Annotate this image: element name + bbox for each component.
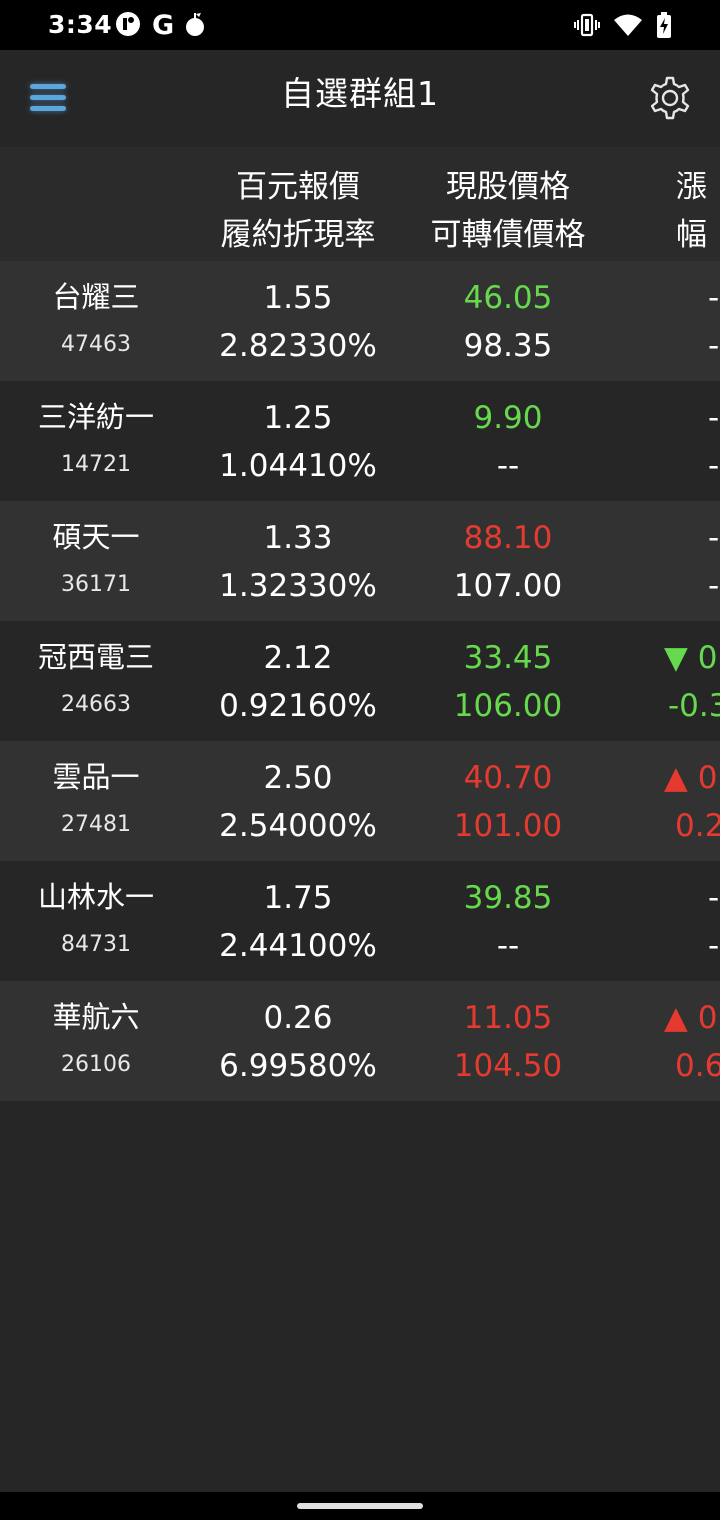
app-screen: 3:34 G 自選群組1 百元報價 履約折現率 現股價格 可轉債價格 漲 幅 台… — [0, 0, 720, 1520]
header-prices[interactable]: 現股價格 可轉債價格 — [408, 163, 608, 259]
header-change[interactable]: 漲 幅 — [676, 163, 720, 259]
table-row[interactable]: 山林水一 84731 1.75 2.44100% 39.85 -- - - — [0, 861, 720, 981]
app-bar: 自選群組1 — [0, 50, 720, 147]
quote-value: 1.25 — [263, 400, 333, 436]
change-percent-value: - — [708, 568, 720, 604]
table-row[interactable]: 三洋紡一 14721 1.25 1.04410% 9.90 -- - - — [0, 381, 720, 501]
quote-value: 1.33 — [263, 520, 333, 556]
header-change-label-2: 幅 — [676, 217, 707, 253]
cb-price-value: 101.00 — [453, 808, 563, 844]
header-change-label-1: 漲 — [676, 169, 707, 205]
quote-value: 2.50 — [263, 760, 333, 796]
bond-code: 14721 — [61, 452, 131, 477]
rate-value: 2.54000% — [219, 808, 377, 844]
rate-value: 6.99580% — [219, 1048, 377, 1084]
bond-code: 24663 — [61, 692, 131, 717]
bond-name: 山林水一 — [37, 880, 154, 914]
table-row[interactable]: 雲品一 27481 2.50 2.54000% 40.70 101.00 ▲ 0… — [0, 741, 720, 861]
table-row[interactable]: 台耀三 47463 1.55 2.82330% 46.05 98.35 - - — [0, 261, 720, 381]
cb-price-value: -- — [496, 928, 520, 964]
bond-code: 26106 — [61, 1052, 131, 1077]
gear-icon[interactable] — [646, 74, 694, 122]
stock-price-value: 33.45 — [463, 640, 553, 676]
bond-name: 華航六 — [52, 1000, 140, 1034]
cb-price-value: -- — [496, 448, 520, 484]
home-gesture-handle[interactable] — [297, 1503, 423, 1509]
quote-value: 1.55 — [263, 280, 333, 316]
bond-name: 三洋紡一 — [37, 400, 154, 434]
change-value: ▼ 0 — [664, 640, 718, 676]
bond-name: 台耀三 — [52, 280, 140, 314]
bond-code: 27481 — [61, 812, 131, 837]
table-row[interactable]: 碩天一 36171 1.33 1.32330% 88.10 107.00 - - — [0, 501, 720, 621]
header-rate-label: 履約折現率 — [220, 217, 376, 253]
vibrate-icon — [574, 12, 600, 42]
bond-list: 台耀三 47463 1.55 2.82330% 46.05 98.35 - - … — [0, 261, 720, 1101]
wifi-icon — [614, 13, 642, 41]
change-percent-value: - — [708, 928, 720, 964]
status-system-icons — [574, 12, 672, 42]
table-row[interactable]: 華航六 26106 0.26 6.99580% 11.05 104.50 ▲ 0… — [0, 981, 720, 1101]
cb-price-value: 107.00 — [453, 568, 563, 604]
change-value: - — [708, 520, 720, 556]
bond-name: 碩天一 — [52, 520, 140, 554]
quote-value: 1.75 — [263, 880, 333, 916]
cb-price-value: 104.50 — [453, 1048, 563, 1084]
table-row[interactable]: 冠西電三 24663 2.12 0.92160% 33.45 106.00 ▼ … — [0, 621, 720, 741]
bond-name: 冠西電三 — [37, 640, 154, 674]
header-stock-price-label: 現股價格 — [446, 169, 570, 205]
cb-price-value: 106.00 — [453, 688, 563, 724]
battery-charging-icon — [656, 12, 672, 42]
change-value: ▲ 0 — [664, 1000, 718, 1036]
bond-name: 雲品一 — [52, 760, 140, 794]
change-percent-value: - — [708, 448, 720, 484]
stock-price-value: 88.10 — [463, 520, 553, 556]
google-icon: G — [152, 10, 175, 41]
alert-drop-icon — [184, 10, 206, 42]
bond-code: 47463 — [61, 332, 131, 357]
navigation-bar — [0, 1492, 720, 1520]
rate-value: 1.04410% — [219, 448, 377, 484]
quote-value: 2.12 — [263, 640, 333, 676]
change-value: - — [708, 880, 720, 916]
change-percent-value: -0.3 — [668, 688, 720, 724]
change-percent-value: 0.6 — [675, 1048, 720, 1084]
change-percent-value: 0.2 — [675, 808, 720, 844]
page-title: 自選群組1 — [281, 74, 439, 113]
status-time: 3:34 — [48, 10, 113, 39]
stock-price-value: 40.70 — [463, 760, 553, 796]
rate-value: 2.44100% — [219, 928, 377, 964]
change-percent-value: - — [708, 328, 720, 364]
app-notification-icon — [114, 10, 142, 42]
quote-value: 0.26 — [263, 1000, 333, 1036]
change-value: - — [708, 280, 720, 316]
rate-value: 1.32330% — [219, 568, 377, 604]
status-bar: 3:34 G — [0, 0, 720, 50]
rate-value: 2.82330% — [219, 328, 377, 364]
rate-value: 0.92160% — [219, 688, 377, 724]
change-value: - — [708, 400, 720, 436]
bond-code: 36171 — [61, 572, 131, 597]
status-notification-icons: G — [114, 10, 206, 42]
stock-price-value: 39.85 — [463, 880, 553, 916]
column-header: 百元報價 履約折現率 現股價格 可轉債價格 漲 幅 — [0, 147, 720, 261]
change-value: ▲ 0 — [664, 760, 718, 796]
header-quote-rate[interactable]: 百元報價 履約折現率 — [198, 163, 398, 259]
stock-price-value: 46.05 — [463, 280, 553, 316]
cb-price-value: 98.35 — [463, 328, 553, 364]
stock-price-value: 9.90 — [473, 400, 543, 436]
stock-price-value: 11.05 — [463, 1000, 553, 1036]
header-quote-label: 百元報價 — [236, 169, 360, 205]
bond-code: 84731 — [61, 932, 131, 957]
header-cb-price-label: 可轉債價格 — [430, 217, 586, 253]
